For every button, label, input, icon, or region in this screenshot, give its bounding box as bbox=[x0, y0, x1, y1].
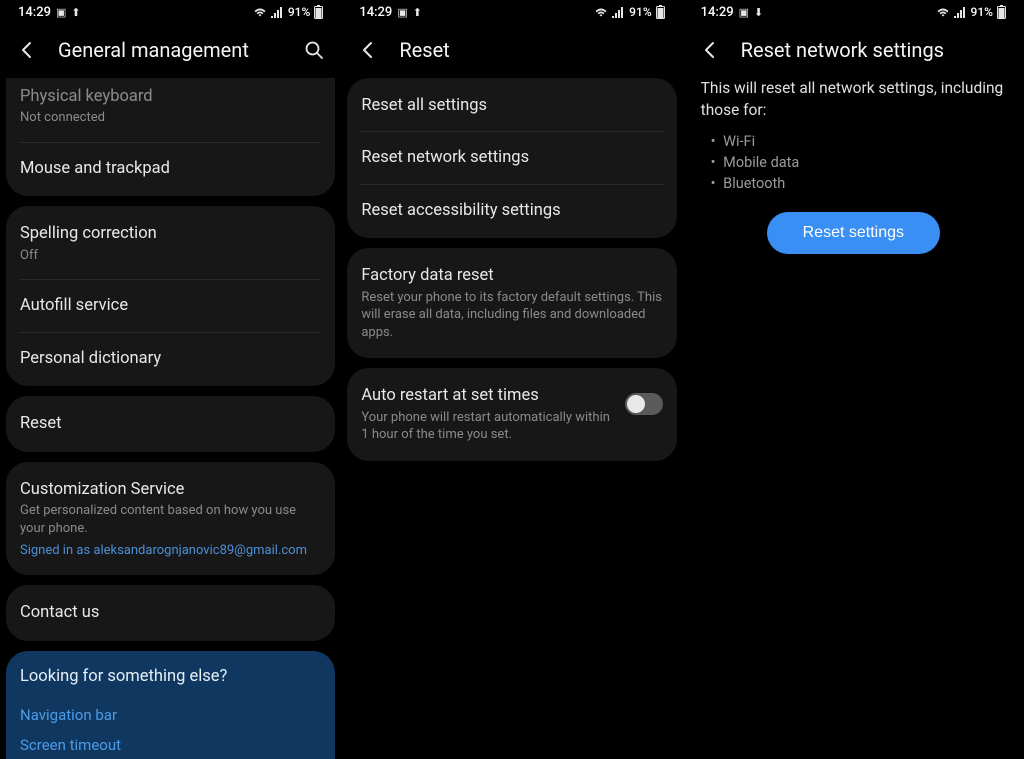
bullet-mobile-data: Mobile data bbox=[711, 152, 1006, 173]
signal-icon bbox=[271, 7, 284, 18]
back-button[interactable] bbox=[699, 39, 721, 61]
wifi-icon bbox=[594, 7, 608, 18]
auto-restart-item[interactable]: Auto restart at set times Your phone wil… bbox=[347, 370, 676, 459]
contact-us-item[interactable]: Contact us bbox=[6, 587, 335, 638]
status-time: 14:29 bbox=[701, 5, 734, 20]
bullet-wifi: Wi-Fi bbox=[711, 131, 1006, 152]
autofill-service-item[interactable]: Autofill service bbox=[6, 280, 335, 331]
battery-icon bbox=[314, 5, 323, 19]
search-button[interactable] bbox=[303, 39, 325, 61]
looking-for-card: Looking for something else? Navigation b… bbox=[6, 651, 335, 759]
spelling-correction-item[interactable]: Spelling correction Off bbox=[6, 208, 335, 279]
status-battery: 91% bbox=[288, 5, 310, 19]
auto-restart-toggle[interactable] bbox=[625, 393, 663, 415]
signal-icon bbox=[954, 7, 967, 18]
status-bar: 14:29 ▣ ⬆ 91% bbox=[0, 0, 341, 24]
nav-header: Reset bbox=[341, 24, 682, 78]
back-button[interactable] bbox=[357, 39, 379, 61]
status-bar: 14:29 ▣ ⬆ 91% bbox=[341, 0, 682, 24]
upload-icon: ⬆ bbox=[71, 6, 80, 19]
battery-icon bbox=[997, 5, 1006, 19]
screenshot-icon: ▣ bbox=[397, 6, 407, 19]
looking-for-heading: Looking for something else? bbox=[20, 667, 321, 686]
bullet-bluetooth: Bluetooth bbox=[711, 173, 1006, 194]
wifi-icon bbox=[936, 7, 950, 18]
status-time: 14:29 bbox=[18, 5, 51, 20]
reset-network-settings-item[interactable]: Reset network settings bbox=[347, 132, 676, 183]
personal-dictionary-item[interactable]: Personal dictionary bbox=[6, 333, 335, 384]
status-time: 14:29 bbox=[359, 5, 392, 20]
status-battery: 91% bbox=[971, 5, 993, 19]
signed-in-link[interactable]: Signed in as aleksandarognjanovic89@gmai… bbox=[20, 543, 321, 558]
nav-header: General management bbox=[0, 24, 341, 78]
status-battery: 91% bbox=[629, 5, 651, 19]
screen-reset-network: 14:29 ▣ ⬇ 91% Reset network settings Thi… bbox=[683, 0, 1024, 759]
reset-accessibility-settings-item[interactable]: Reset accessibility settings bbox=[347, 185, 676, 236]
page-title: Reset network settings bbox=[741, 38, 1008, 62]
wifi-icon bbox=[253, 7, 267, 18]
download-icon: ⬇ bbox=[754, 6, 763, 19]
screenshot-icon: ▣ bbox=[739, 6, 749, 19]
screen-reset: 14:29 ▣ ⬆ 91% Reset Reset all settings bbox=[341, 0, 682, 759]
upload-icon: ⬆ bbox=[413, 6, 422, 19]
screen-timeout-link[interactable]: Screen timeout bbox=[20, 730, 321, 759]
status-bar: 14:29 ▣ ⬇ 91% bbox=[683, 0, 1024, 24]
screenshot-icon: ▣ bbox=[56, 6, 66, 19]
signal-icon bbox=[612, 7, 625, 18]
physical-keyboard-item[interactable]: Physical keyboard Not connected bbox=[6, 80, 335, 142]
description-text: This will reset all network settings, in… bbox=[701, 78, 1006, 121]
page-title: General management bbox=[58, 38, 283, 62]
reset-settings-button[interactable]: Reset settings bbox=[767, 212, 940, 254]
back-button[interactable] bbox=[16, 39, 38, 61]
screen-general-management: 14:29 ▣ ⬆ 91% General management bbox=[0, 0, 341, 759]
factory-data-reset-item[interactable]: Factory data reset Reset your phone to i… bbox=[347, 250, 676, 356]
page-title: Reset bbox=[399, 38, 666, 62]
mouse-trackpad-item[interactable]: Mouse and trackpad bbox=[6, 143, 335, 194]
navigation-bar-link[interactable]: Navigation bar bbox=[20, 700, 321, 730]
reset-all-settings-item[interactable]: Reset all settings bbox=[347, 80, 676, 131]
battery-icon bbox=[656, 5, 665, 19]
nav-header: Reset network settings bbox=[683, 24, 1024, 78]
description-block: This will reset all network settings, in… bbox=[683, 78, 1024, 272]
bullet-list: Wi-Fi Mobile data Bluetooth bbox=[701, 131, 1006, 194]
reset-item[interactable]: Reset bbox=[6, 398, 335, 449]
customization-service-item[interactable]: Customization Service Get personalized c… bbox=[6, 464, 335, 574]
